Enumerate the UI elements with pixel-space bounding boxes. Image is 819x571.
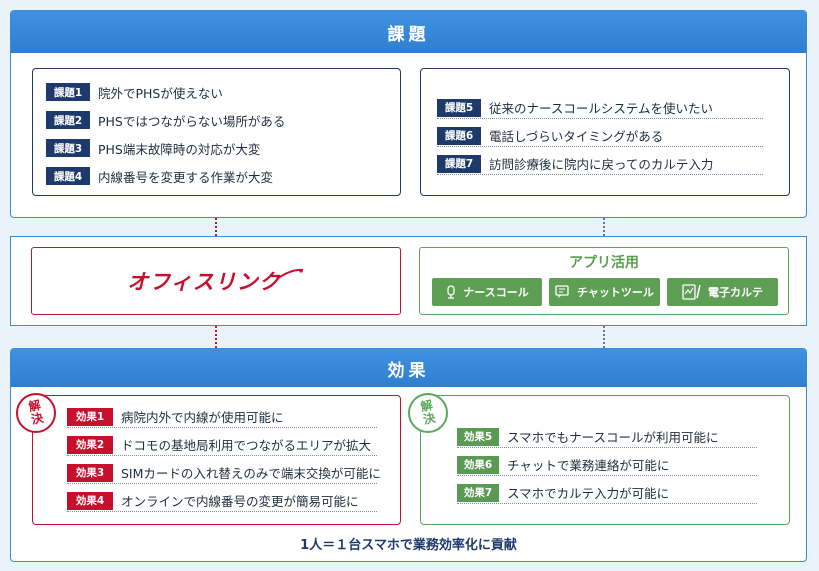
chat-icon bbox=[555, 285, 571, 299]
issue-row: 課題7 訪問診療後に院内に戻ってのカルテ入力 bbox=[437, 153, 763, 175]
effect-tag: 効果7 bbox=[457, 483, 499, 502]
tablet-pen-icon bbox=[682, 284, 702, 300]
issues-left-card: 課題1 院外でPHSが使えない 課題2 PHSではつながらない場所がある 課題3… bbox=[32, 68, 401, 196]
effect-text: 病院内外で内線が使用可能に bbox=[121, 410, 284, 425]
issue-text: 院外でPHSが使えない bbox=[98, 85, 223, 101]
issue-tag: 課題4 bbox=[46, 167, 90, 185]
connector-line bbox=[215, 218, 217, 236]
resolved-badge: 解決 bbox=[16, 393, 56, 433]
issue-text: PHS端末故障時の対応が大変 bbox=[98, 141, 261, 157]
apps-card: アプリ活用 ナースコール チャットツール 電子カルテ bbox=[419, 247, 789, 315]
issues-panel: 課題 課題1 院外でPHSが使えない 課題2 PHSではつながらない場所がある … bbox=[10, 10, 807, 218]
effect-text: スマホでもナースコールが利用可能に bbox=[507, 430, 719, 445]
bell-icon bbox=[445, 285, 457, 299]
effects-right-card: 効果5 スマホでもナースコールが利用可能に 効果6 チャットで業務連絡が可能に … bbox=[420, 395, 790, 525]
effect-tag: 効果5 bbox=[457, 427, 499, 446]
issue-text: PHSではつながらない場所がある bbox=[98, 113, 286, 129]
issue-tag: 課題6 bbox=[437, 126, 481, 145]
resolved-badge: 解決 bbox=[408, 393, 448, 433]
issue-text: 従来のナースコールシステムを使いたい bbox=[489, 101, 714, 116]
issues-header: 課題 bbox=[11, 11, 806, 53]
logo-swoosh-icon bbox=[276, 268, 303, 280]
issue-row: 課題1 院外でPHSが使えない bbox=[46, 81, 223, 103]
effect-row: 効果1 病院内外で内線が使用可能に bbox=[67, 406, 377, 428]
app-label: 電子カルテ bbox=[708, 286, 763, 299]
effect-row: 効果7 スマホでカルテ入力が可能に bbox=[457, 482, 757, 504]
effect-row: 効果3 SIMカードの入れ替えのみで端末交換が可能に bbox=[67, 462, 381, 484]
app-label: ナースコール bbox=[463, 286, 529, 299]
effect-tag: 効果2 bbox=[67, 435, 113, 454]
issue-tag: 課題7 bbox=[437, 154, 481, 173]
issues-right-card: 課題5 従来のナースコールシステムを使いたい 課題6 電話しづらいタイミングがあ… bbox=[420, 68, 790, 196]
effect-row: 効果4 オンラインで内線番号の変更が簡易可能に bbox=[67, 490, 377, 512]
issue-tag: 課題1 bbox=[46, 83, 90, 101]
effect-text: ドコモの基地局利用でつながるエリアが拡大 bbox=[121, 438, 372, 453]
effect-tag: 効果3 bbox=[67, 463, 113, 482]
issue-text: 内線番号を変更する作業が大変 bbox=[98, 169, 274, 185]
summary-text: 1人＝１台スマホで業務効率化に貢献 bbox=[300, 538, 517, 553]
effect-row: 効果2 ドコモの基地局利用でつながるエリアが拡大 bbox=[67, 434, 377, 456]
issue-text: 電話しづらいタイミングがある bbox=[489, 129, 664, 144]
effect-text: オンラインで内線番号の変更が簡易可能に bbox=[121, 494, 359, 509]
effect-text: SIMカードの入れ替えのみで端末交換が可能に bbox=[121, 466, 381, 481]
issue-row: 課題6 電話しづらいタイミングがある bbox=[437, 125, 763, 147]
effect-tag: 効果4 bbox=[67, 491, 113, 510]
effect-tag: 効果1 bbox=[67, 407, 113, 426]
issue-tag: 課題5 bbox=[437, 98, 481, 117]
apps-title: アプリ活用 bbox=[569, 255, 639, 271]
issue-row: 課題3 PHS端末故障時の対応が大変 bbox=[46, 137, 260, 159]
connector-line bbox=[603, 326, 605, 348]
officelink-logo: オフィスリンク bbox=[127, 270, 281, 294]
effect-row: 効果5 スマホでもナースコールが利用可能に bbox=[457, 426, 757, 448]
effects-header: 効果 bbox=[11, 349, 806, 387]
app-chat-tool: チャットツール bbox=[549, 278, 660, 306]
app-nurse-call: ナースコール bbox=[432, 278, 542, 306]
effect-row: 効果6 チャットで業務連絡が可能に bbox=[457, 454, 757, 476]
effect-text: スマホでカルテ入力が可能に bbox=[507, 486, 670, 501]
issue-tag: 課題2 bbox=[46, 111, 90, 129]
issue-tag: 課題3 bbox=[46, 139, 90, 157]
solution-panel: オフィスリンク アプリ活用 ナースコール チャットツール 電子カルテ bbox=[10, 236, 807, 326]
issue-row: 課題5 従来のナースコールシステムを使いたい bbox=[437, 97, 763, 119]
effects-panel: 効果 効果1 病院内外で内線が使用可能に 効果2 ドコモの基地局利用でつながるエ… bbox=[10, 348, 807, 562]
app-label: チャットツール bbox=[577, 286, 654, 299]
officelink-logo-card: オフィスリンク bbox=[31, 247, 401, 315]
effects-left-card: 効果1 病院内外で内線が使用可能に 効果2 ドコモの基地局利用でつながるエリアが… bbox=[32, 395, 401, 525]
connector-line bbox=[603, 218, 605, 236]
connector-line bbox=[215, 326, 217, 348]
issue-row: 課題2 PHSではつながらない場所がある bbox=[46, 109, 285, 131]
issue-text: 訪問診療後に院内に戻ってのカルテ入力 bbox=[489, 157, 714, 172]
app-e-chart: 電子カルテ bbox=[667, 278, 778, 306]
effect-tag: 効果6 bbox=[457, 455, 499, 474]
effect-text: チャットで業務連絡が可能に bbox=[507, 458, 670, 473]
issue-row: 課題4 内線番号を変更する作業が大変 bbox=[46, 165, 273, 187]
